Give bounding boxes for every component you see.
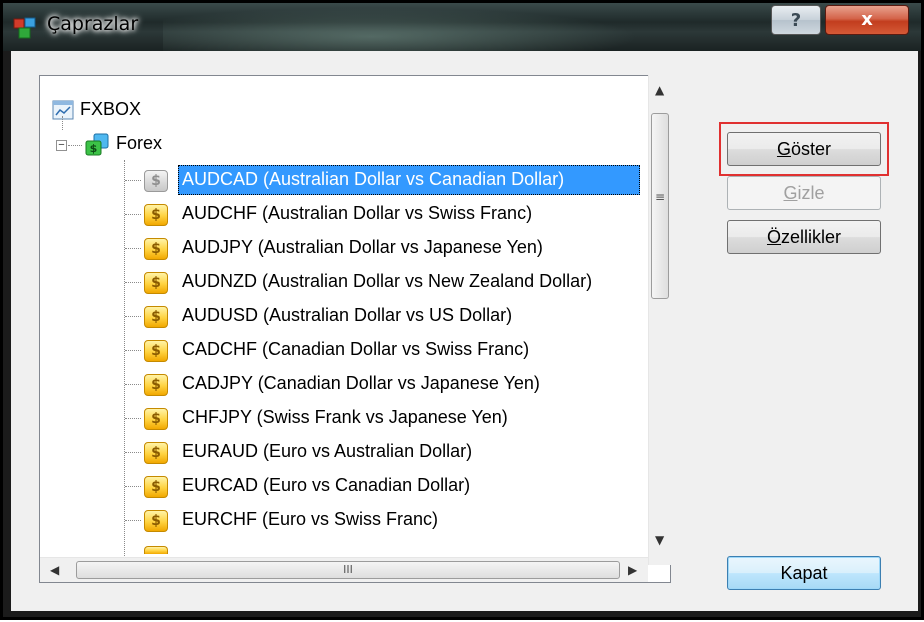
show-label: öster (790, 139, 832, 159)
scroll-left-arrow-icon[interactable]: ◀ (50, 563, 59, 577)
dialog-window: Çaprazlar ? x FXBOX − $ Forex $ AUDCAD (… (0, 0, 924, 620)
tree-connector (68, 145, 82, 146)
tree-item-label: CADJPY (Canadian Dollar vs Japanese Yen) (182, 373, 540, 393)
currency-dollar-icon: $ (144, 204, 168, 226)
currency-dollar-icon: $ (144, 340, 168, 362)
tree-connector (125, 248, 141, 249)
hide-label: izle (797, 183, 825, 203)
tree-connector (125, 520, 141, 521)
horizontal-scrollbar[interactable]: ◀ III ▶ (40, 557, 648, 582)
title-bar-glass (163, 3, 683, 51)
currency-dollar-icon: $ (144, 306, 168, 328)
tree-item-label: CADCHF (Canadian Dollar vs Swiss Franc) (182, 339, 530, 359)
window-app-icon (13, 17, 36, 39)
currency-dollar-icon: $ (144, 510, 168, 532)
symbol-tree[interactable]: FXBOX − $ Forex $ AUDCAD (Australian Dol… (39, 75, 671, 583)
svg-text:$: $ (90, 142, 98, 155)
tree-item-label: EURCAD (Euro vs Canadian Dollar) (182, 475, 471, 495)
tree-connector (125, 384, 141, 385)
show-button[interactable]: Göster (727, 132, 881, 166)
tree-connector (125, 452, 141, 453)
show-mnemonic: G (776, 139, 791, 159)
tree-item-label: AUDUSD (Australian Dollar vs US Dollar) (182, 305, 513, 325)
properties-mnemonic: Ö (766, 227, 781, 247)
tree-connector (125, 214, 141, 215)
scroll-up-arrow-icon[interactable]: ▲ (655, 83, 664, 97)
window-title: Çaprazlar (47, 13, 139, 35)
scroll-right-arrow-icon[interactable]: ▶ (628, 563, 637, 577)
currency-dollar-icon: $ (144, 442, 168, 464)
currency-dollar-icon: $ (144, 272, 168, 294)
collapse-toggle-icon[interactable]: − (56, 140, 67, 151)
scroll-grip-icon: ≡ (655, 190, 666, 204)
tree-item-label: CHFJPY (Swiss Frank vs Japanese Yen) (182, 407, 508, 427)
tree-item-label: EURCHF (Euro vs Swiss Franc) (182, 509, 439, 529)
chart-window-icon (52, 100, 74, 120)
help-button[interactable]: ? (771, 5, 821, 35)
properties-button[interactable]: Özellikler (727, 220, 881, 254)
scroll-down-arrow-icon[interactable]: ▼ (655, 533, 664, 547)
hide-button[interactable]: Gizle (727, 176, 881, 210)
tree-item-row[interactable]: $ AUDCAD (Australian Dollar vs Canadian … (40, 164, 670, 198)
currency-dollar-icon: $ (144, 374, 168, 396)
currency-dollar-icon: $ (144, 238, 168, 260)
tree-item-label: AUDNZD (Australian Dollar vs New Zealand… (182, 271, 593, 291)
close-button[interactable]: Kapat (727, 556, 881, 590)
tree-item-label: AUDJPY (Australian Dollar vs Japanese Ye… (182, 237, 543, 257)
tree-item-label: AUDCHF (Australian Dollar vs Swiss Franc… (182, 203, 533, 223)
tree-connector (125, 316, 141, 317)
window-close-button[interactable]: x (825, 5, 909, 35)
currency-dollar-icon: $ (144, 408, 168, 430)
horizontal-scroll-thumb[interactable]: III (76, 561, 620, 579)
tree-connector (125, 486, 141, 487)
currency-dollar-icon: $ (144, 170, 168, 192)
dialog-client-area: FXBOX − $ Forex $ AUDCAD (Australian Dol… (11, 51, 918, 611)
tree-connector (125, 180, 141, 181)
currency-folder-icon: $ (85, 133, 109, 156)
vertical-scroll-thumb[interactable]: ≡ (651, 113, 669, 299)
tree-item-label: EURAUD (Euro vs Australian Dollar) (182, 441, 473, 461)
tree-connector (125, 282, 141, 283)
currency-dollar-icon: $ (144, 476, 168, 498)
tree-connector (125, 350, 141, 351)
tree-root-label: FXBOX (80, 99, 142, 119)
properties-label: zellikler (781, 227, 842, 247)
tree-connector (125, 418, 141, 419)
title-bar[interactable]: Çaprazlar ? x (3, 3, 921, 51)
currency-dollar-icon-partial (144, 546, 168, 554)
tree-folder-label: Forex (116, 133, 163, 153)
tree-item-label: AUDCAD (Australian Dollar vs Canadian Do… (182, 169, 565, 189)
hide-mnemonic: G (783, 183, 798, 203)
vertical-scrollbar[interactable]: ▲ ≡ ▼ (648, 75, 671, 565)
tree-connector (62, 116, 63, 130)
